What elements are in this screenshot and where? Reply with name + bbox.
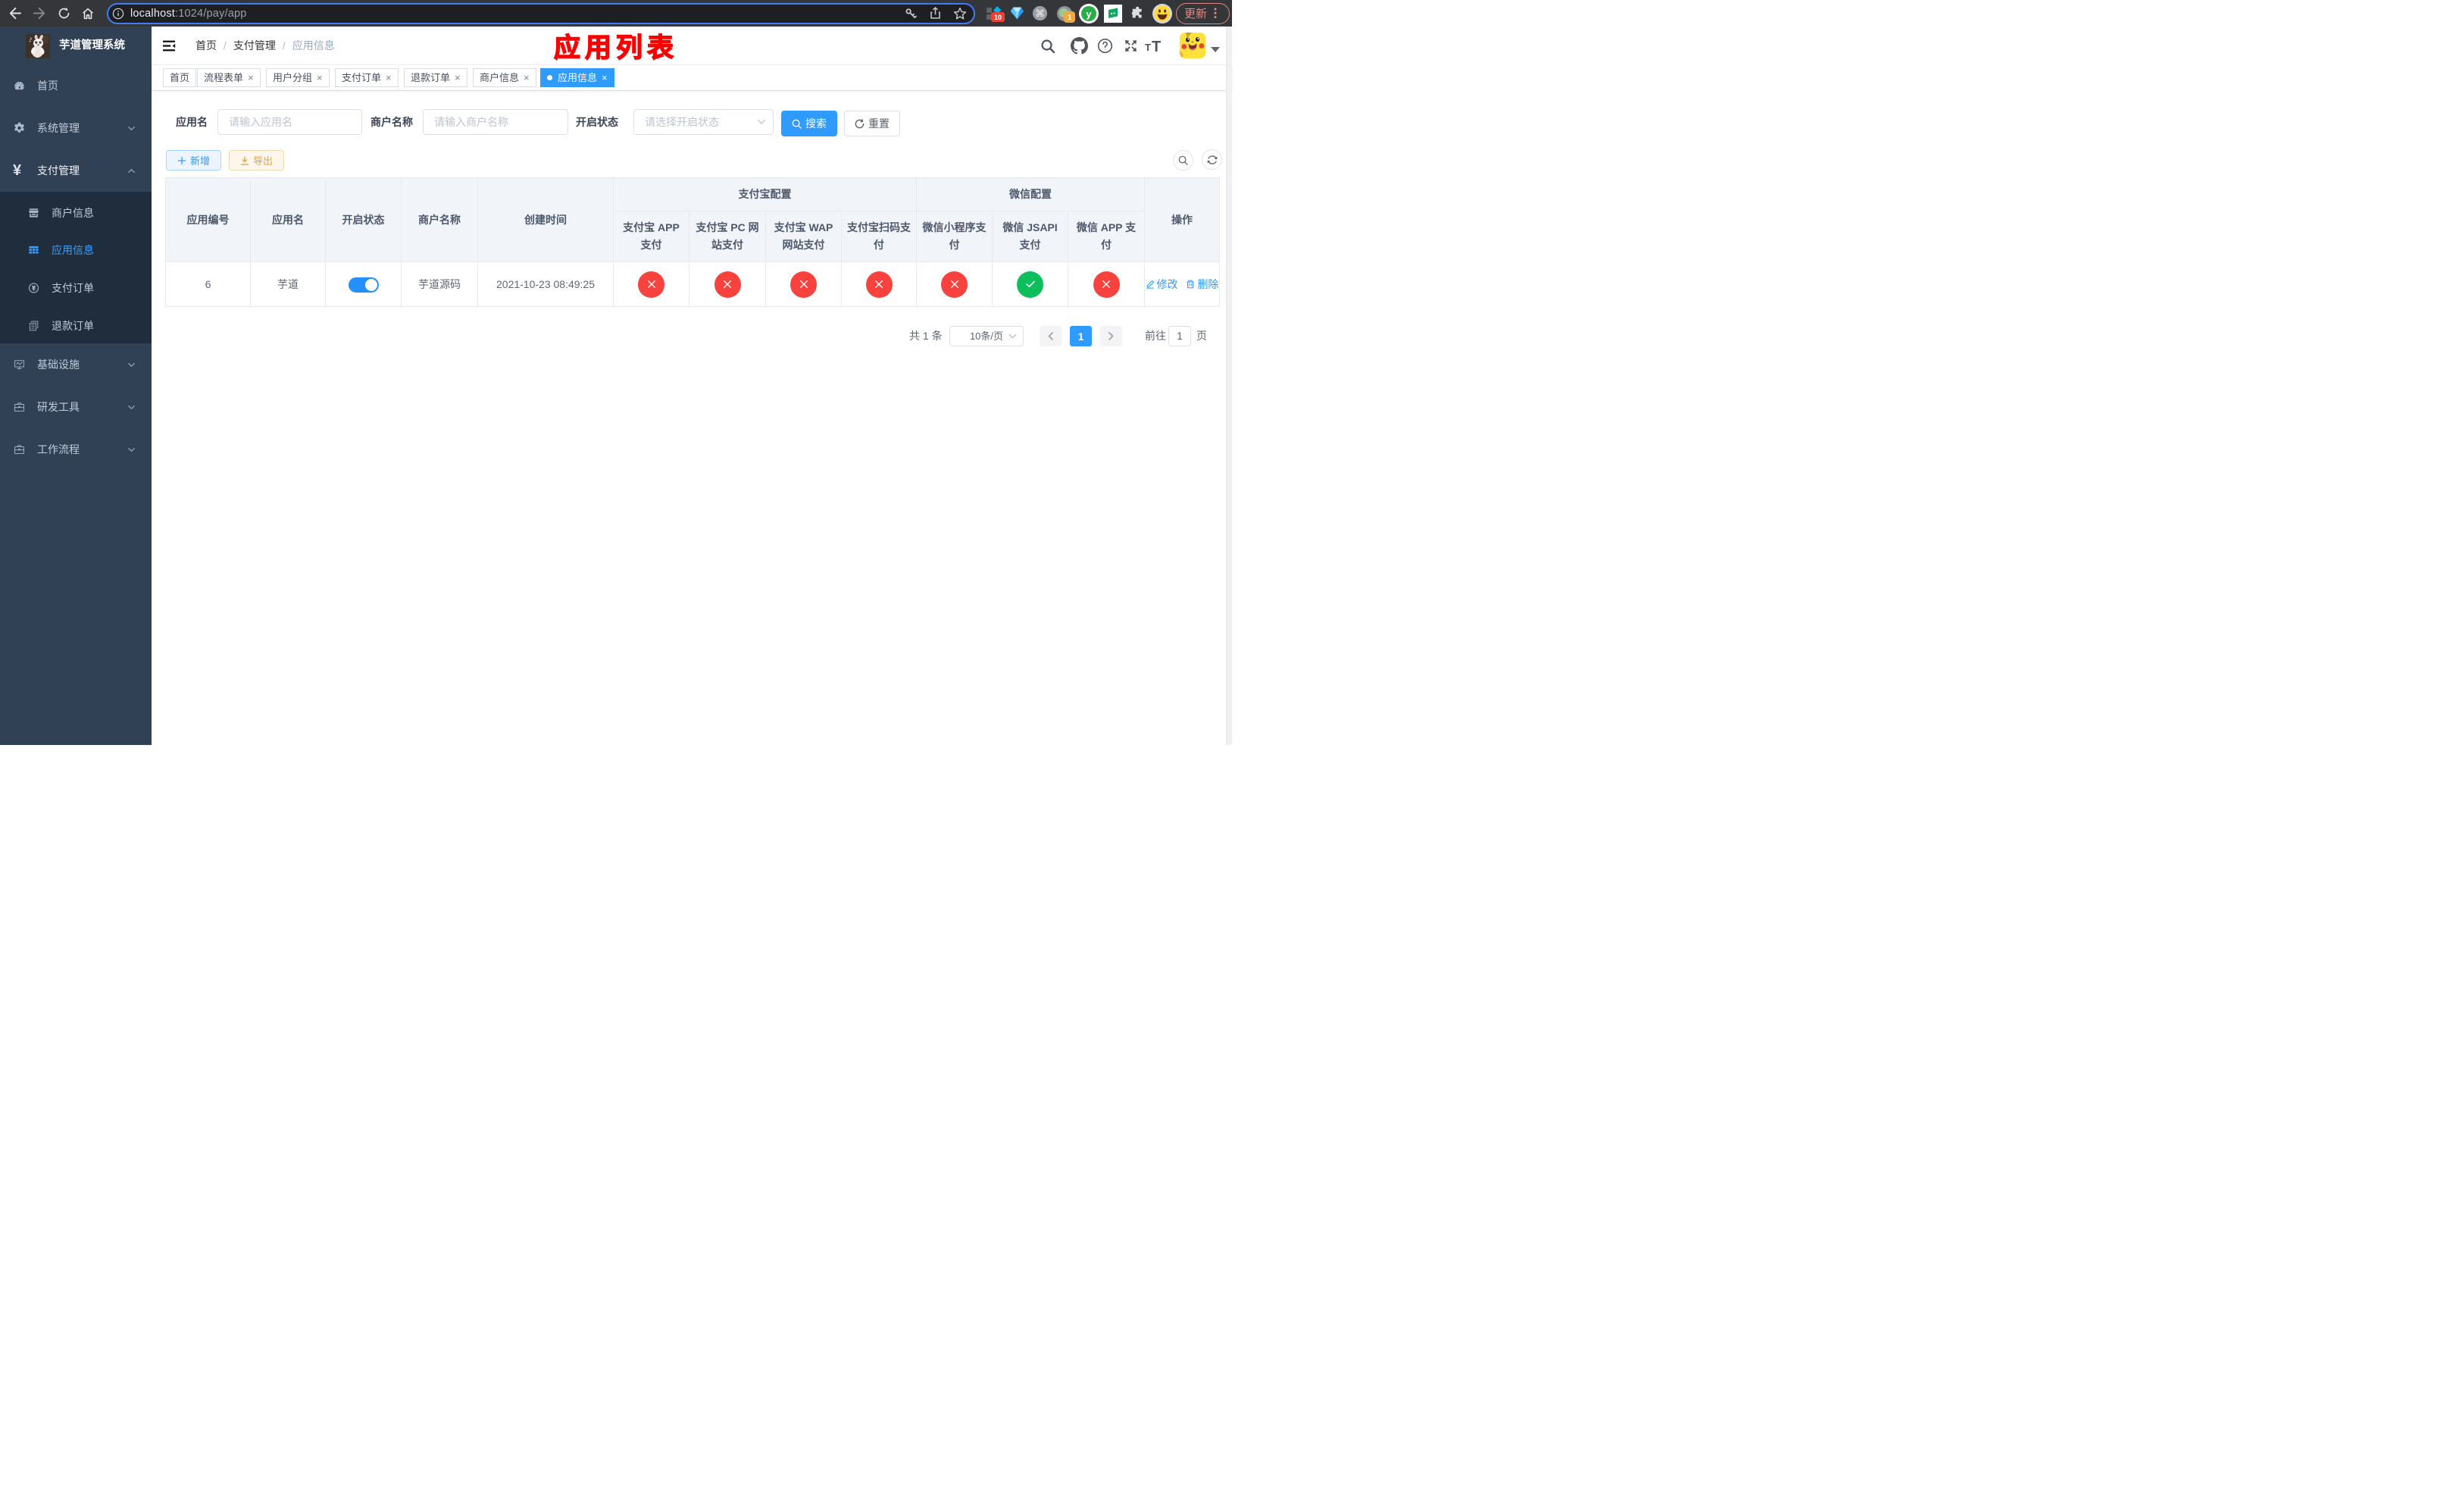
svg-text:y: y (1086, 8, 1092, 20)
svg-text:⌘: ⌘ (1035, 8, 1044, 19)
svg-text:T: T (1145, 42, 1151, 53)
svg-text:T: T (1152, 39, 1161, 55)
